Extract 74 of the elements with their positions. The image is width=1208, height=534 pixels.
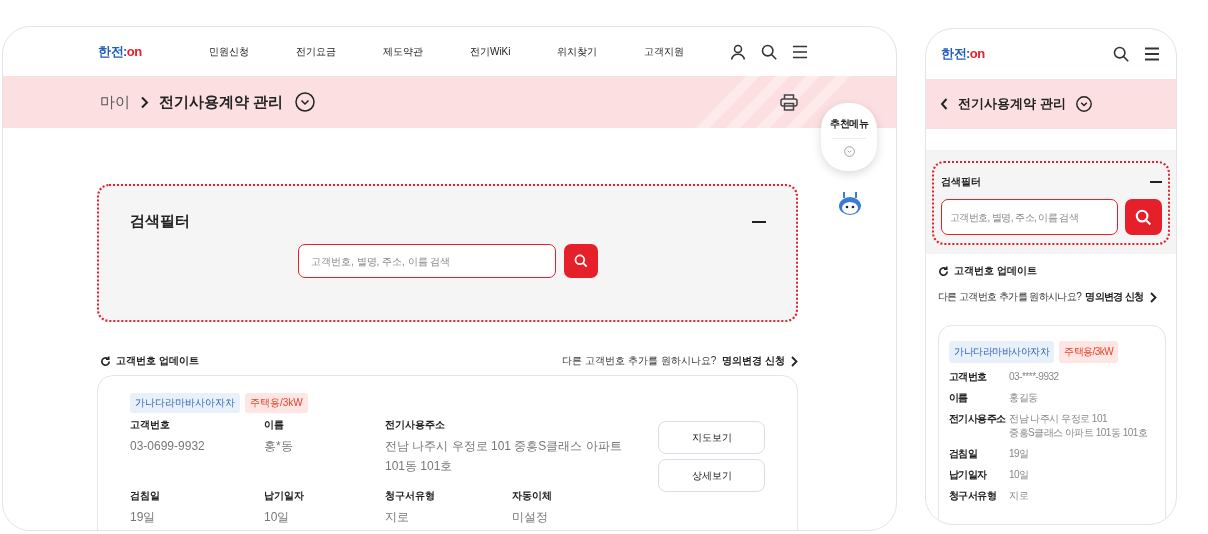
field-label: 자동이체 bbox=[512, 488, 553, 503]
nav-link[interactable]: 민원신청 bbox=[185, 44, 273, 59]
field-label: 납기일자 bbox=[949, 468, 988, 482]
chevron-right-icon bbox=[140, 95, 149, 109]
filter-title: 검색필터 bbox=[941, 175, 981, 189]
search-icon[interactable] bbox=[1113, 46, 1129, 62]
user-icon[interactable] bbox=[730, 43, 746, 60]
menu-icon[interactable] bbox=[792, 44, 808, 59]
update-link[interactable]: 고객번호 업데이트 bbox=[100, 354, 199, 368]
field-label: 고객번호 bbox=[949, 370, 988, 384]
chevron-right-icon bbox=[1149, 291, 1157, 303]
outline-button[interactable]: 지도보기 bbox=[658, 421, 765, 454]
search-icon bbox=[574, 254, 588, 268]
name-change-link[interactable]: 명의변경 신청 bbox=[1085, 290, 1157, 304]
search-button[interactable] bbox=[564, 244, 598, 278]
field-value: 전남 나주시 우정로 101 중흥S클래스 아파트 101동 101호 bbox=[1009, 412, 1148, 440]
field-value: 미설정 bbox=[512, 508, 549, 526]
field-value: 홍길동 bbox=[1009, 391, 1038, 405]
field-value: 03-****-9932 bbox=[1009, 370, 1059, 384]
search-field[interactable]: 고객번호, 별명, 주소, 이름 검색 bbox=[941, 199, 1118, 235]
search-field[interactable]: 고객번호, 별명, 주소, 이름 검색 bbox=[298, 244, 556, 278]
field-value: 10일 bbox=[1009, 468, 1029, 482]
field-value: 19일 bbox=[1009, 447, 1029, 461]
tag: 가나다라마바사아자차 bbox=[130, 393, 240, 413]
refresh-icon bbox=[938, 265, 949, 277]
chevron-right-icon bbox=[791, 355, 798, 367]
field-value: 지로 bbox=[385, 508, 410, 526]
field-label: 납기일자 bbox=[264, 488, 305, 503]
field-label: 이름 bbox=[264, 418, 285, 432]
name-change-link[interactable]: 명의변경 신청 bbox=[722, 354, 798, 368]
field-value: 10일 bbox=[264, 508, 291, 526]
field-value: 지로 bbox=[1009, 489, 1028, 503]
nav-link[interactable]: 제도약관 bbox=[359, 44, 447, 59]
refresh-icon bbox=[100, 355, 111, 367]
search-icon[interactable] bbox=[761, 43, 777, 60]
nav-link[interactable]: 전기WiKi bbox=[446, 44, 534, 59]
field-label: 전기사용주소 bbox=[949, 412, 1007, 426]
outline-button[interactable]: 상세보기 bbox=[658, 459, 765, 492]
field-value: 전남 나주시 우정로 101 중흥S클래스 아파트 101동 101호 bbox=[385, 438, 623, 476]
field-label: 이름 bbox=[949, 391, 969, 405]
menu-icon[interactable] bbox=[1144, 47, 1160, 61]
collapse-icon[interactable] bbox=[752, 220, 766, 223]
nav-link[interactable]: 전기요금 bbox=[272, 44, 360, 59]
recommend-menu[interactable]: 추천메뉴 bbox=[821, 103, 877, 171]
field-value: 03-0699-9932 bbox=[130, 438, 206, 455]
tag: 가나다라마바사아자차 bbox=[949, 341, 1054, 363]
field-value: 19일 bbox=[130, 508, 157, 526]
name-change-prompt: 다른 고객번호 추가를 원하시나요? bbox=[938, 290, 1082, 304]
search-icon bbox=[1135, 208, 1152, 226]
field-label: 전기사용주소 bbox=[385, 418, 446, 432]
breadcrumb-link[interactable]: 마이 bbox=[100, 92, 130, 112]
filter-title: 검색필터 bbox=[130, 212, 190, 231]
nav-link[interactable]: 고객지원 bbox=[620, 44, 708, 59]
page-title: 전기사용계약 관리 bbox=[958, 95, 1066, 113]
name-change-prompt: 다른 고객번호 추가를 원하시나요? bbox=[562, 354, 717, 368]
tag: 주택용/3kW bbox=[245, 393, 308, 413]
field-label: 검침일 bbox=[130, 488, 161, 503]
tag: 주택용/3kW bbox=[1059, 341, 1119, 363]
field-label: 고객번호 bbox=[130, 418, 171, 432]
chevron-down-icon bbox=[843, 146, 855, 157]
field-label: 검침일 bbox=[949, 447, 979, 461]
logo[interactable]: 한전:on bbox=[941, 45, 985, 63]
dropdown-icon[interactable] bbox=[295, 92, 316, 112]
update-link[interactable]: 고객번호 업데이트 bbox=[938, 264, 1166, 278]
dropdown-icon[interactable] bbox=[1075, 96, 1092, 112]
page-title: 전기사용계약 관리 bbox=[159, 92, 284, 112]
logo[interactable]: 한전:on bbox=[98, 42, 142, 61]
field-label: 청구서유형 bbox=[385, 488, 436, 503]
field-label: 청구서유형 bbox=[949, 489, 997, 503]
print-icon[interactable] bbox=[780, 93, 798, 111]
search-button[interactable] bbox=[1125, 199, 1162, 235]
back-icon[interactable] bbox=[940, 98, 948, 110]
nav-link[interactable]: 위치찾기 bbox=[533, 44, 621, 59]
field-value: 홍*동 bbox=[264, 438, 294, 455]
